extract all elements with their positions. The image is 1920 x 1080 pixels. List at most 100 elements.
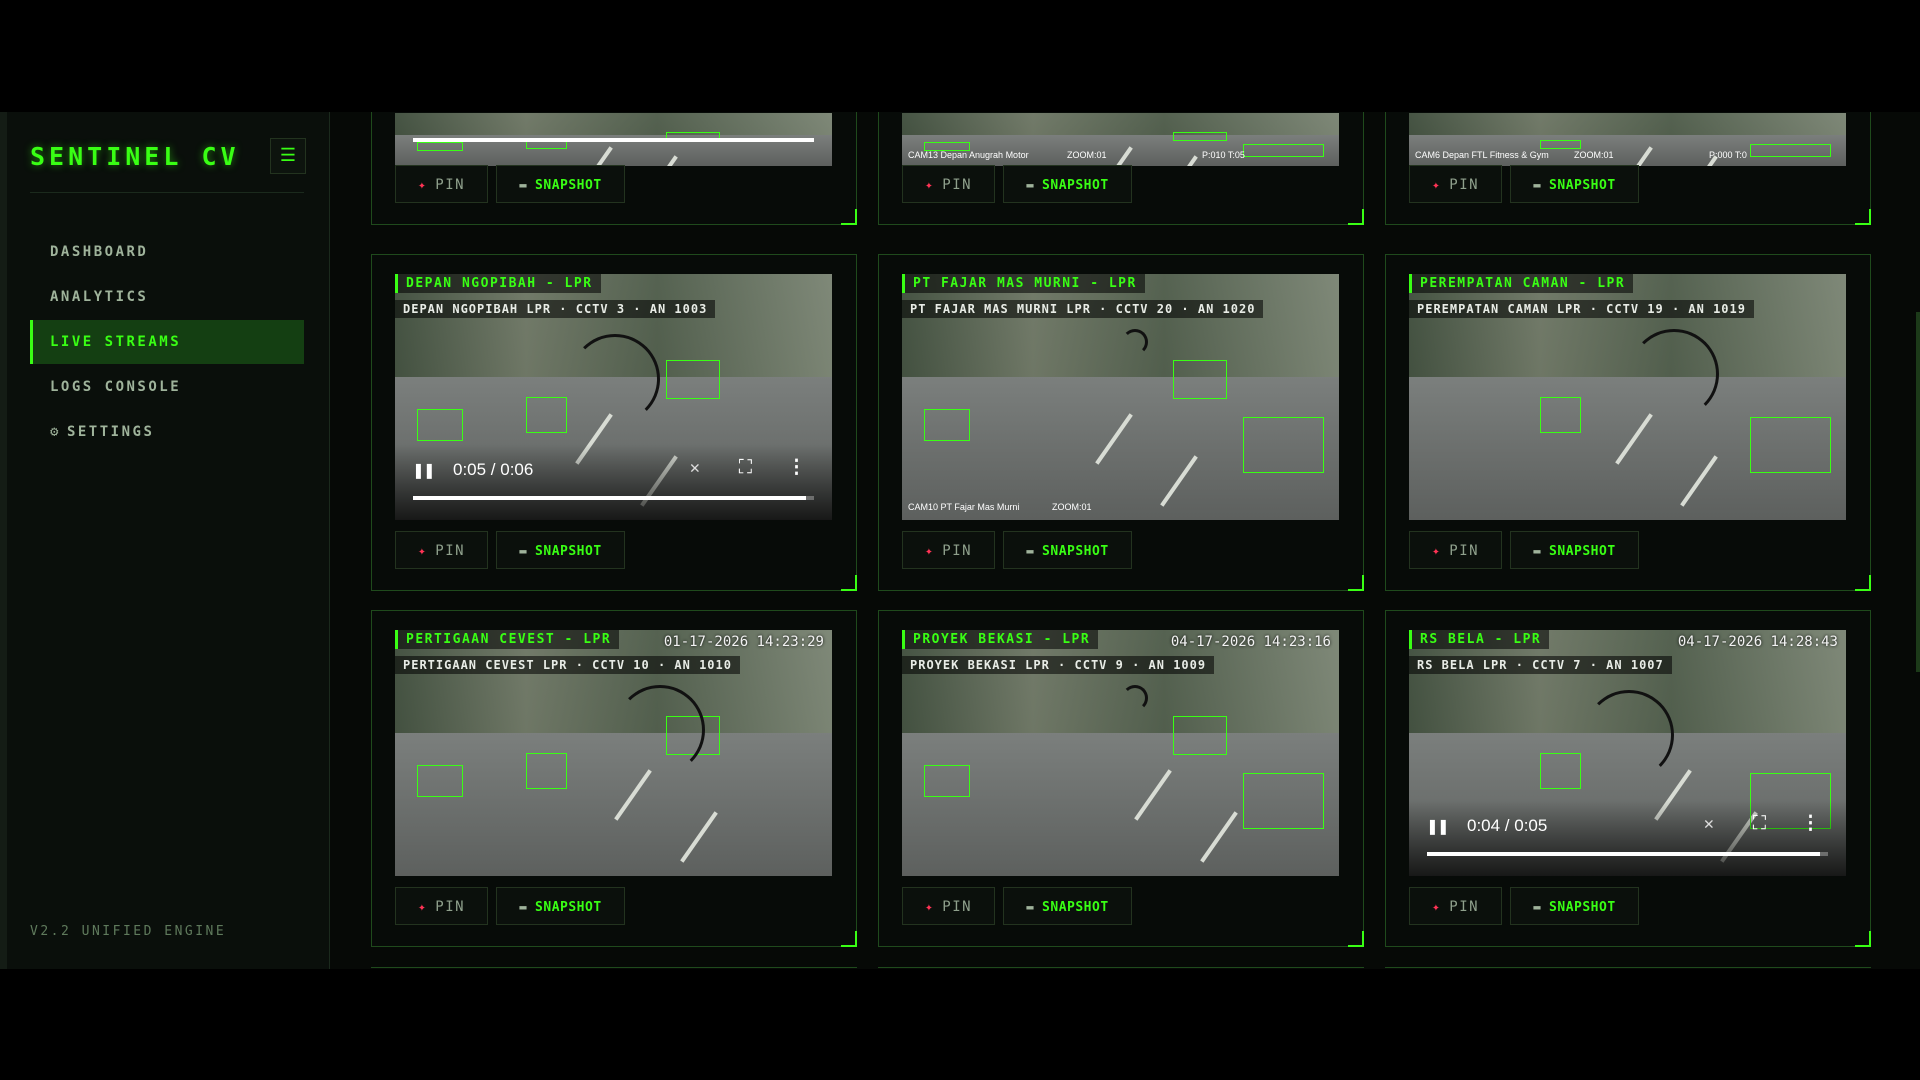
video-time: 0:04 / 0:05	[1467, 816, 1548, 835]
nav-item-live-streams[interactable]: LIVE STREAMS	[30, 320, 304, 364]
snapshot-label: SNAPSHOT	[1549, 544, 1616, 559]
video-feed[interactable]: PERTIGAAN CEVEST - LPR PERTIGAAN CEVEST L…	[395, 630, 832, 876]
snapshot-button[interactable]: ▬ SNAPSHOT	[1510, 165, 1639, 203]
pin-label: PIN	[942, 543, 973, 559]
detection-box	[1172, 131, 1228, 142]
stream-card: CAM13 Depan Anugrah Motor ZOOM:01 P:010 T:…	[878, 112, 1364, 225]
nav-label: ANALYTICS	[50, 289, 149, 305]
card-actions: ✦ PIN ▬ SNAPSHOT	[902, 165, 1140, 205]
snapshot-label: SNAPSHOT	[535, 900, 602, 915]
detection-box	[1242, 772, 1324, 829]
video-feed[interactable]	[395, 113, 832, 166]
scene-background	[395, 113, 832, 136]
pin-icon: ✦	[924, 544, 935, 559]
stream-card: PT FAJAR MAS MURNI - LPR PT FAJAR MAS MUR…	[878, 254, 1364, 591]
video-progress-bar[interactable]	[1427, 852, 1828, 856]
snapshot-button[interactable]: ▬ SNAPSHOT	[496, 165, 625, 203]
snapshot-button[interactable]: ▬ SNAPSHOT	[1003, 531, 1132, 569]
camera-icon: ▬	[1026, 544, 1035, 558]
snapshot-button[interactable]: ▬ SNAPSHOT	[1003, 887, 1132, 925]
camera-icon: ▬	[519, 178, 528, 192]
snapshot-button[interactable]: ▬ SNAPSHOT	[1510, 531, 1639, 569]
loading-spinner-icon	[1122, 685, 1148, 711]
mute-icon[interactable]: ✕	[690, 458, 700, 478]
sidebar-nav: DASHBOARD ANALYTICS LIVE STREAMS LOGS CO…	[30, 230, 304, 455]
camera-title: PROYEK BEKASI - LPR	[902, 630, 1099, 649]
detection-box	[1749, 416, 1831, 473]
camera-timestamp: 04-17-2026 14:28:43	[1677, 634, 1838, 650]
camera-icon: ▬	[1533, 178, 1542, 192]
mute-icon[interactable]: ✕	[1704, 814, 1714, 834]
pin-button[interactable]: ✦ PIN	[395, 165, 488, 203]
snapshot-button[interactable]: ▬ SNAPSHOT	[1510, 887, 1639, 925]
pin-label: PIN	[435, 177, 466, 193]
more-options-icon[interactable]: ⋮	[1801, 812, 1820, 834]
detection-box	[1749, 143, 1831, 158]
pin-button[interactable]: ✦ PIN	[902, 531, 995, 569]
pin-button[interactable]: ✦ PIN	[1409, 165, 1502, 203]
card-actions: ✦ PIN ▬ SNAPSHOT	[902, 531, 1140, 571]
video-feed[interactable]: RS BELA - LPR RS BELA LPR · CCTV 7 · AN 1…	[1409, 630, 1846, 876]
nav-item-settings[interactable]: ⚙ SETTINGS	[30, 410, 304, 454]
snapshot-button[interactable]: ▬ SNAPSHOT	[1003, 165, 1132, 203]
video-feed[interactable]: PEREMPATAN CAMAN - LPR PEREMPATAN CAMAN L…	[1409, 274, 1846, 520]
stream-card: CAM6 Depan FTL Fitness & Gym ZOOM:01 P:000…	[1385, 112, 1871, 225]
fullscreen-icon[interactable]: ⛶	[739, 456, 752, 478]
scrollbar[interactable]	[1916, 312, 1920, 672]
camera-icon: ▬	[1533, 544, 1542, 558]
stream-card: RS BELA - LPR RS BELA LPR · CCTV 7 · AN 1…	[1385, 610, 1871, 947]
nav-item-dashboard[interactable]: DASHBOARD	[30, 230, 304, 274]
fullscreen-icon[interactable]: ⛶	[1753, 812, 1766, 834]
card-actions: ✦ PIN ▬ SNAPSHOT	[1409, 165, 1647, 205]
loading-spinner-icon	[1122, 329, 1148, 355]
pin-button[interactable]: ✦ PIN	[902, 165, 995, 203]
pin-button[interactable]: ✦ PIN	[395, 887, 488, 925]
pin-label: PIN	[1449, 543, 1480, 559]
camera-ptz-text: P:010 T:05	[1202, 150, 1245, 160]
detection-box	[416, 409, 463, 441]
menu-toggle-button[interactable]: ☰	[270, 138, 306, 174]
snapshot-button[interactable]: ▬ SNAPSHOT	[496, 887, 625, 925]
snapshot-label: SNAPSHOT	[1042, 178, 1109, 193]
detection-box	[1242, 416, 1324, 473]
nav-item-analytics[interactable]: ANALYTICS	[30, 275, 304, 319]
pin-label: PIN	[942, 177, 973, 193]
more-options-icon[interactable]: ⋮	[787, 456, 806, 478]
card-actions: ✦ PIN ▬ SNAPSHOT	[902, 887, 1140, 927]
camera-subtitle: PROYEK BEKASI LPR · CCTV 9 · AN 1009	[902, 656, 1215, 674]
pin-button[interactable]: ✦ PIN	[1409, 531, 1502, 569]
detection-box	[1540, 139, 1582, 149]
video-feed[interactable]: DEPAN NGOPIBAH - LPR DEPAN NGOPIBAH LPR ·…	[395, 274, 832, 520]
nav-label: LOGS CONSOLE	[50, 379, 182, 395]
pin-icon: ✦	[924, 900, 935, 915]
camera-title: PT FAJAR MAS MURNI - LPR	[902, 274, 1145, 293]
scene-background	[902, 113, 1339, 136]
pin-button[interactable]: ✦ PIN	[395, 531, 488, 569]
scene-road	[395, 733, 832, 876]
card-actions: ✦ PIN ▬ SNAPSHOT	[1409, 887, 1647, 927]
sidebar-edge	[0, 112, 7, 969]
camera-subtitle: PT FAJAR MAS MURNI LPR · CCTV 20 · AN 10…	[902, 300, 1264, 318]
camera-overlay-text: CAM13 Depan Anugrah Motor	[908, 150, 1029, 160]
camera-icon: ▬	[1533, 900, 1542, 914]
snapshot-label: SNAPSHOT	[1042, 544, 1109, 559]
video-feed[interactable]: CAM13 Depan Anugrah Motor ZOOM:01 P:010 T:…	[902, 113, 1339, 166]
pin-icon: ✦	[417, 900, 428, 915]
video-progress-bar[interactable]	[413, 138, 814, 142]
video-feed[interactable]: PT FAJAR MAS MURNI - LPR PT FAJAR MAS MUR…	[902, 274, 1339, 520]
pause-icon[interactable]: ❚❚	[413, 460, 435, 481]
nav-item-logs-console[interactable]: LOGS CONSOLE	[30, 365, 304, 409]
pause-icon[interactable]: ❚❚	[1427, 816, 1449, 837]
detection-box	[1242, 143, 1324, 158]
pin-button[interactable]: ✦ PIN	[902, 887, 995, 925]
stream-card: ✦ PIN ▬ SNAPSHOT	[371, 112, 857, 225]
video-feed[interactable]: PROYEK BEKASI - LPR PROYEK BEKASI LPR · C…	[902, 630, 1339, 876]
video-feed[interactable]: CAM6 Depan FTL Fitness & Gym ZOOM:01 P:000…	[1409, 113, 1846, 166]
camera-icon: ▬	[519, 544, 528, 558]
detection-box	[1172, 360, 1228, 399]
snapshot-button[interactable]: ▬ SNAPSHOT	[496, 531, 625, 569]
detection-box	[1540, 753, 1582, 790]
pin-button[interactable]: ✦ PIN	[1409, 887, 1502, 925]
stream-card: PEREMPATAN CAMAN - LPR PEREMPATAN CAMAN L…	[1385, 254, 1871, 591]
video-progress-bar[interactable]	[413, 496, 814, 500]
